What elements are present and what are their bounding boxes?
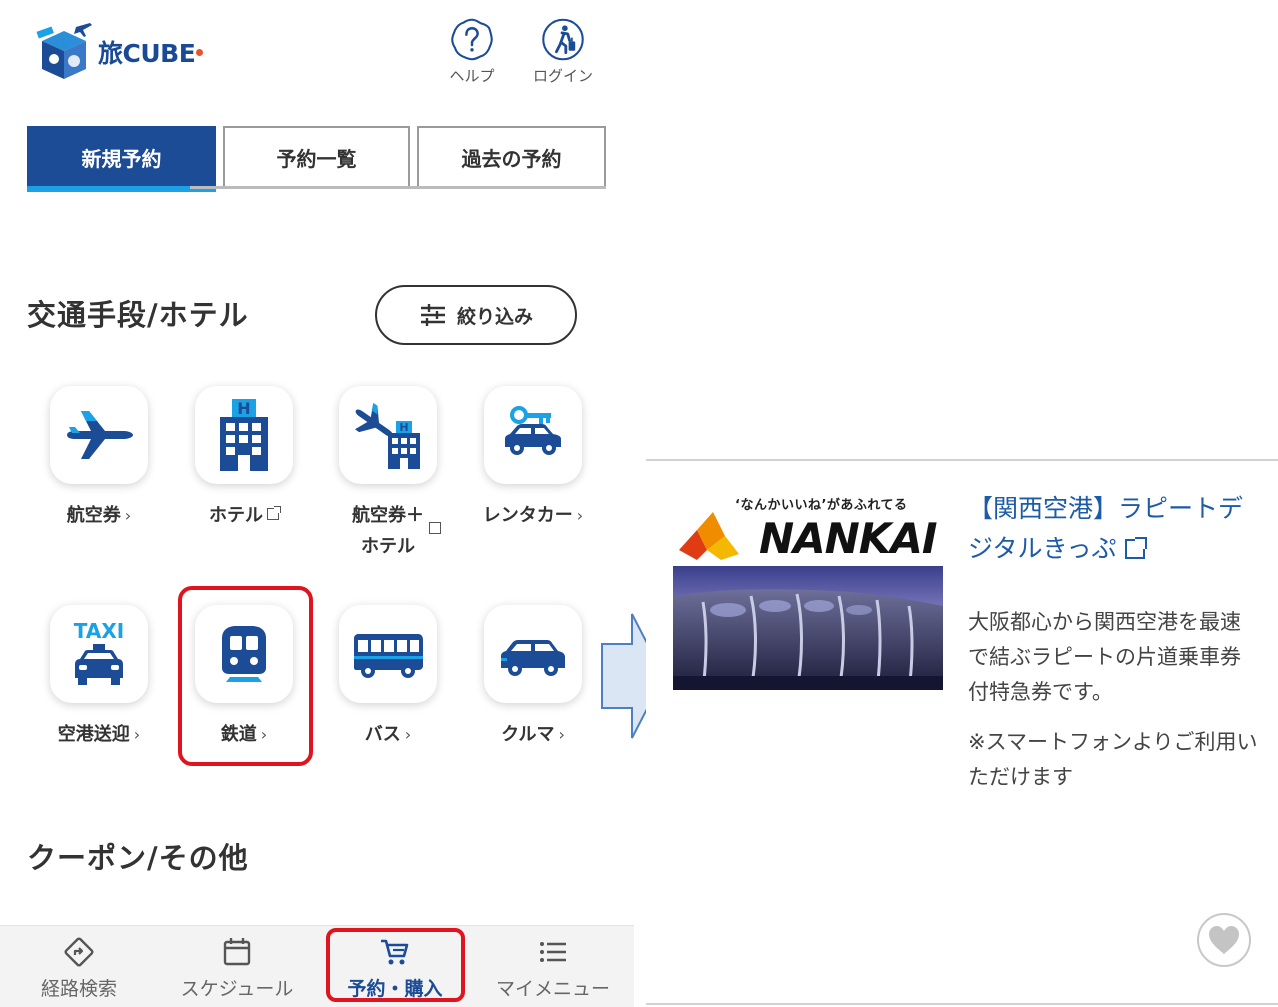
tile-airport-transfer-iconbox: TAXI bbox=[50, 605, 148, 703]
bus-icon bbox=[354, 634, 423, 678]
nav-schedule-label: スケジュール bbox=[180, 978, 294, 1000]
tile-railway[interactable]: 鉄道 › bbox=[179, 605, 309, 750]
tab-new-reservation[interactable]: 新規予約 bbox=[27, 126, 216, 192]
tile-bus[interactable]: バス › bbox=[323, 605, 453, 750]
tab-past-reservations[interactable]: 過去の予約 bbox=[417, 126, 606, 188]
traveler-icon bbox=[542, 18, 584, 61]
rapit-train-image bbox=[673, 566, 943, 690]
product-description: 大阪都心から関西空港を最速で結ぶラピートの片道乗車券付特急券です。 bbox=[968, 610, 1241, 704]
transport-section-title: 交通手段/ホテル bbox=[27, 298, 249, 332]
nankai-logo-icon bbox=[679, 512, 739, 560]
chevron-right-icon: › bbox=[133, 725, 141, 744]
reservation-tabs: 新規予約 予約一覧 過去の予約 bbox=[27, 126, 606, 192]
tile-rentacar[interactable]: レンタカー › bbox=[468, 386, 598, 531]
favorite-button[interactable] bbox=[1197, 913, 1251, 967]
login-button[interactable]: ログイン bbox=[528, 16, 598, 86]
mobile-app-screen: 旅CUBE ヘルプ ログイン 新規予約 予約一覧 過去の予約 交通手段/ホテル bbox=[0, 0, 634, 1007]
cart-icon bbox=[381, 939, 409, 965]
nav-my-menu[interactable]: マイメニュー bbox=[478, 936, 628, 1001]
login-label: ログイン bbox=[532, 67, 593, 85]
tile-bus-label: バス › bbox=[364, 724, 412, 745]
svg-text:TAXI: TAXI bbox=[74, 619, 124, 643]
tile-airticket-hotel-iconbox: H bbox=[339, 386, 437, 484]
filter-label: 絞り込み bbox=[456, 305, 533, 328]
tile-airport-transfer-label: 空港送迎 › bbox=[57, 724, 141, 745]
tile-car-label: クルマ › bbox=[501, 724, 565, 745]
chevron-right-icon: › bbox=[558, 725, 565, 744]
tab-reservation-list[interactable]: 予約一覧 bbox=[223, 126, 410, 188]
airplane-icon bbox=[67, 411, 133, 459]
route-diamond-icon bbox=[64, 937, 94, 967]
tile-airport-transfer[interactable]: TAXI 空港送迎 › bbox=[34, 605, 164, 750]
tabicube-logo[interactable]: 旅CUBE bbox=[34, 20, 214, 84]
product-note: ※スマートフォンよりご利用いただけます bbox=[968, 730, 1258, 789]
tile-airticket-iconbox bbox=[50, 386, 148, 484]
external-link-icon bbox=[267, 506, 281, 520]
chevron-right-icon: › bbox=[404, 725, 412, 744]
banner-catchphrase: ‘なんかいいね’があふれてる bbox=[735, 498, 908, 513]
chevron-right-icon: › bbox=[576, 506, 584, 525]
calendar-icon bbox=[223, 938, 251, 966]
product-detail-panel: ‘なんかいいね’があふれてる NANKAI 【関西空港】ラピートデジタルきっぷ … bbox=[646, 459, 1278, 1007]
logo-wordmark: 旅CUBE bbox=[98, 39, 196, 68]
nav-my-menu-label: マイメニュー bbox=[495, 978, 610, 1000]
nankai-banner[interactable]: ‘なんかいいね’があふれてる NANKAI bbox=[673, 494, 943, 690]
nav-booking-label: 予約・購入 bbox=[347, 978, 443, 1000]
nav-schedule[interactable]: スケジュール bbox=[162, 936, 312, 1001]
tile-airticket-hotel-label: 航空券＋ ホテル bbox=[352, 505, 424, 557]
list-menu-icon bbox=[540, 942, 566, 962]
tile-airticket-hotel[interactable]: H 航空券＋ ホテル bbox=[323, 386, 453, 562]
bottom-navigation: 経路検索 スケジュール 予約・購入 マイメニュー bbox=[0, 925, 634, 1007]
tile-rentacar-iconbox bbox=[484, 386, 582, 484]
taxi-icon: TAXI bbox=[74, 619, 124, 685]
tile-airticket-label: 航空券 › bbox=[66, 505, 132, 526]
car-icon bbox=[501, 640, 565, 676]
nav-booking[interactable]: 予約・購入 bbox=[320, 936, 470, 1001]
train-icon bbox=[222, 626, 266, 682]
nav-route-search[interactable]: 経路検索 bbox=[4, 936, 154, 1001]
tile-rentacar-label: レンタカー › bbox=[482, 505, 584, 526]
airplane-hotel-icon: H bbox=[354, 403, 420, 469]
tile-car-iconbox bbox=[484, 605, 582, 703]
help-button[interactable]: ヘルプ bbox=[437, 16, 507, 86]
heart-icon bbox=[1209, 926, 1239, 954]
help-icon bbox=[451, 18, 493, 61]
chevron-right-icon: › bbox=[124, 506, 132, 525]
coupon-section-title: クーポン/その他 bbox=[27, 841, 249, 875]
cube-logo-icon bbox=[36, 23, 92, 79]
help-label: ヘルプ bbox=[449, 67, 495, 85]
tile-hotel-label: ホテル bbox=[209, 500, 281, 531]
product-title-link[interactable]: 【関西空港】ラピートデジタルきっぷ bbox=[968, 489, 1258, 569]
tile-car[interactable]: クルマ › bbox=[468, 605, 598, 750]
tile-airticket[interactable]: 航空券 › bbox=[34, 386, 164, 531]
svg-text:H: H bbox=[399, 421, 408, 434]
filter-sliders-icon bbox=[420, 304, 445, 326]
tile-bus-iconbox bbox=[339, 605, 437, 703]
rental-car-key-icon bbox=[505, 406, 561, 455]
svg-text:H: H bbox=[237, 399, 250, 418]
hotel-building-icon: H bbox=[220, 399, 268, 471]
chevron-right-icon: › bbox=[260, 725, 268, 744]
tile-railway-label: 鉄道 › bbox=[220, 724, 268, 745]
tabs-divider bbox=[190, 186, 606, 189]
tile-hotel[interactable]: H ホテル bbox=[179, 386, 309, 531]
logo-dot bbox=[196, 48, 204, 56]
tile-hotel-iconbox: H bbox=[195, 386, 293, 484]
banner-brand: NANKAI bbox=[759, 514, 937, 563]
tile-railway-iconbox bbox=[195, 605, 293, 703]
external-link-icon bbox=[429, 522, 441, 534]
filter-button[interactable]: 絞り込み bbox=[375, 285, 577, 345]
panel-bottom-divider bbox=[646, 1003, 1278, 1005]
nav-route-label: 経路検索 bbox=[40, 978, 117, 1000]
external-link-icon bbox=[1124, 537, 1147, 559]
